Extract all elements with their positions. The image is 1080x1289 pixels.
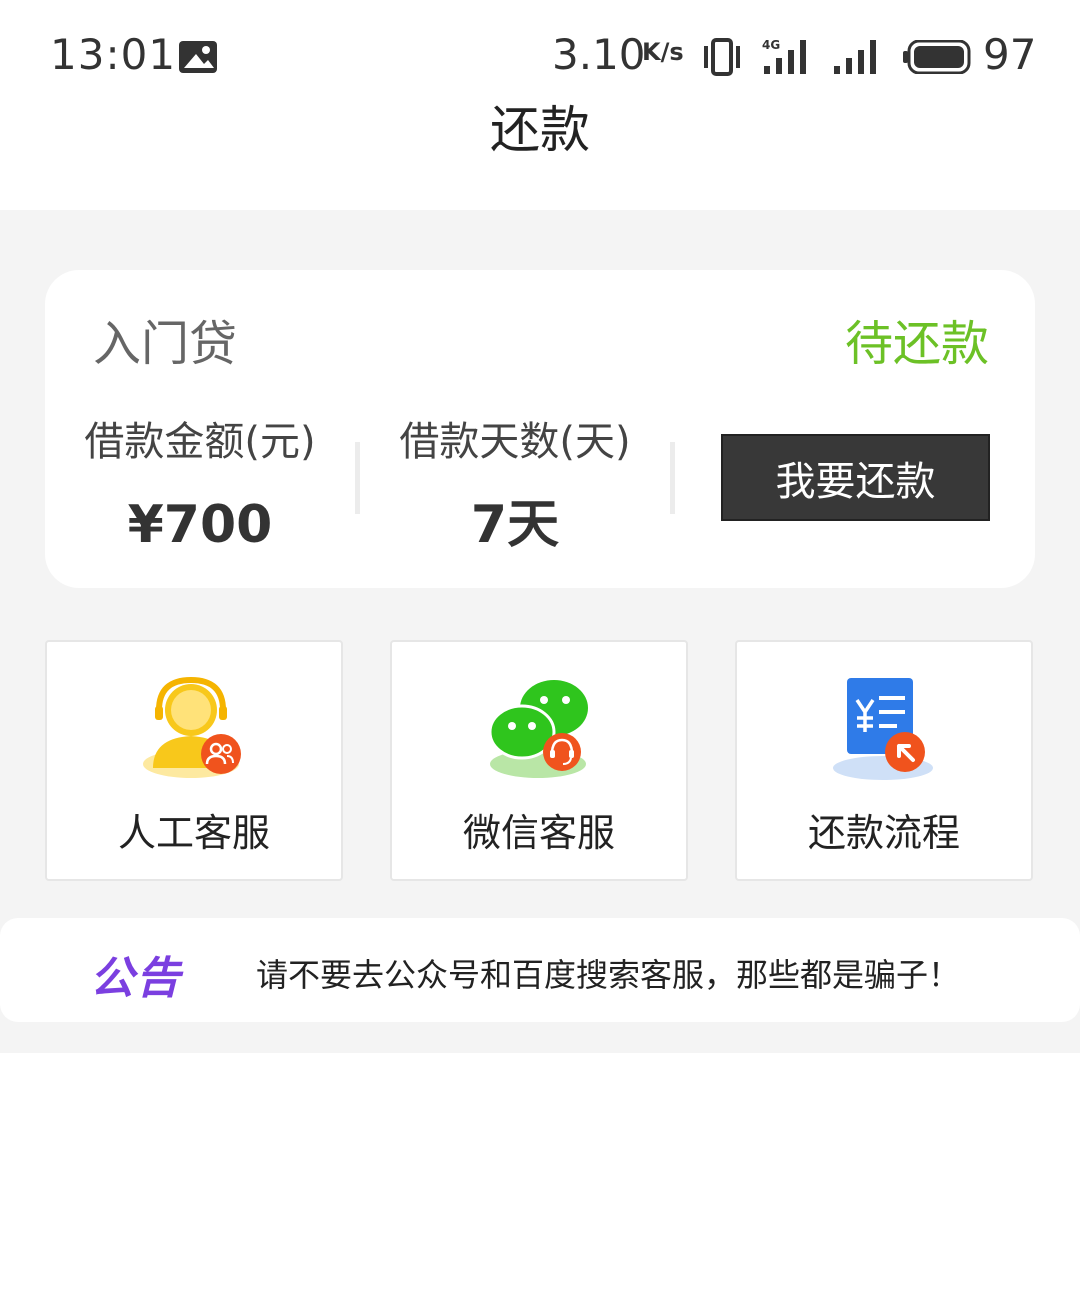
tile-label: 人工客服 bbox=[117, 811, 270, 855]
loan-status: 待还款 bbox=[844, 316, 989, 372]
loan-amount-value: ¥700 bbox=[127, 495, 273, 555]
loan-days-label: 借款天数(天) bbox=[399, 419, 631, 465]
signal-4g-icon: 4G bbox=[762, 38, 812, 80]
loan-card: 入门贷 待还款 借款金额(元) ¥700 借款天数(天) 7天 我要还款 bbox=[45, 270, 1035, 588]
repay-process-icon bbox=[831, 676, 941, 786]
battery-level: 97 bbox=[983, 30, 1037, 79]
customer-service-icon bbox=[141, 676, 251, 786]
net-unit: K/s bbox=[642, 38, 684, 66]
tile-wechat-service[interactable]: 微信客服 bbox=[390, 640, 688, 881]
repay-button[interactable]: 我要还款 bbox=[721, 434, 990, 521]
loan-amount-label: 借款金额(元) bbox=[84, 419, 316, 465]
loan-amount-stat: 借款金额(元) ¥700 bbox=[50, 412, 350, 564]
stat-divider bbox=[670, 442, 675, 514]
vibrate-icon bbox=[702, 38, 742, 80]
tile-customer-service[interactable]: 人工客服 bbox=[45, 640, 343, 881]
content-area: 入门贷 待还款 借款金额(元) ¥700 借款天数(天) 7天 我要还款 人工客… bbox=[0, 210, 1080, 1053]
signal-icon bbox=[832, 40, 882, 80]
gallery-icon bbox=[178, 40, 218, 78]
tile-repay-process[interactable]: 还款流程 bbox=[735, 640, 1033, 881]
tile-label: 还款流程 bbox=[807, 811, 960, 855]
battery-icon bbox=[903, 39, 971, 78]
stat-divider bbox=[355, 442, 360, 514]
wechat-icon bbox=[486, 676, 596, 786]
loan-days-value: 7天 bbox=[470, 495, 560, 555]
svg-text:4G: 4G bbox=[762, 38, 780, 52]
notice-text: 请不要去公众号和百度搜索客服，那些都是骗子！ bbox=[256, 956, 961, 994]
notice-bar: 公告 请不要去公众号和百度搜索客服，那些都是骗子！ bbox=[0, 918, 1080, 1022]
page-title: 还款 bbox=[490, 101, 590, 159]
loan-name: 入门贷 bbox=[93, 316, 238, 372]
net-speed: 3.10 bbox=[552, 30, 646, 79]
loan-days-stat: 借款天数(天) 7天 bbox=[365, 412, 665, 564]
status-bar: 13:01 3.10 K/s 4G 97 bbox=[0, 0, 1080, 100]
notice-tag: 公告 bbox=[90, 953, 182, 1004]
tile-label: 微信客服 bbox=[462, 811, 615, 855]
status-time: 13:01 bbox=[50, 30, 177, 79]
